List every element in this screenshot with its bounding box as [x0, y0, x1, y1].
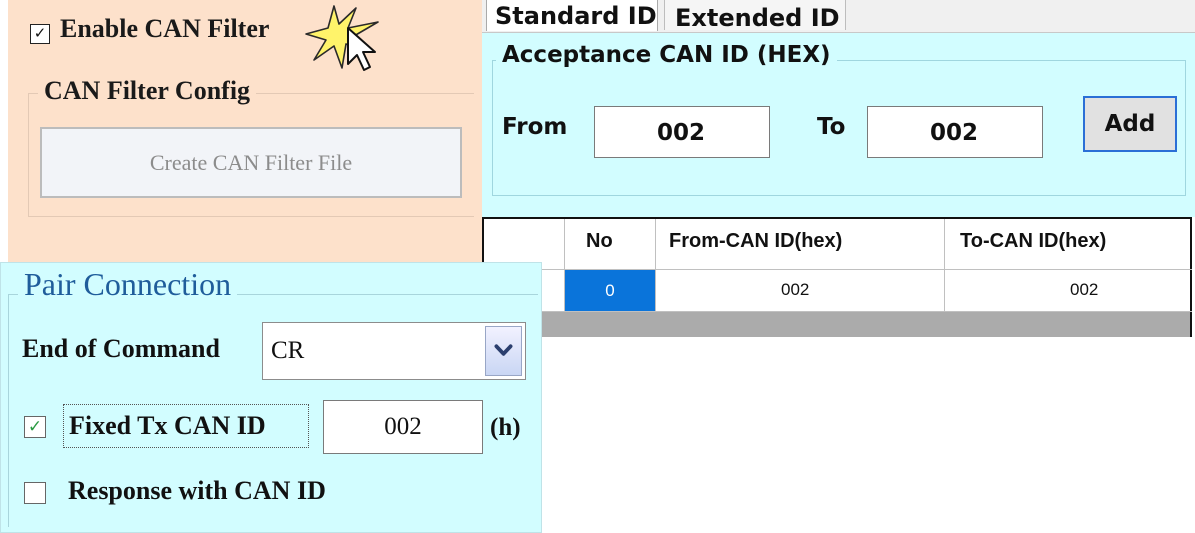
tab-standard-id[interactable]: Standard ID	[486, 0, 658, 31]
hex-suffix-label: (h)	[490, 414, 521, 441]
table-border	[482, 217, 1192, 219]
column-separator	[655, 219, 656, 312]
enable-can-filter-label[interactable]: Enable CAN Filter	[60, 14, 269, 44]
fixed-tx-can-id-input[interactable]: 002	[323, 400, 483, 454]
group-border	[492, 60, 493, 196]
column-header-no[interactable]: No	[586, 230, 613, 253]
table-cell-from[interactable]: 002	[781, 280, 809, 300]
enable-can-filter-checkbox[interactable]: ✓	[30, 24, 50, 44]
end-of-command-label: End of Command	[22, 334, 220, 363]
add-button[interactable]: Add	[1083, 96, 1177, 152]
group-border	[492, 195, 1186, 196]
can-filter-config-title: CAN Filter Config	[38, 76, 257, 106]
acceptance-can-id-title: Acceptance CAN ID (HEX)	[496, 42, 837, 68]
tab-extended-id[interactable]: Extended ID	[664, 0, 846, 30]
column-separator	[944, 219, 945, 312]
to-label: To	[817, 114, 846, 140]
from-label: From	[502, 114, 568, 140]
cursor-arrow-icon	[347, 27, 376, 71]
end-of-command-value: CR	[271, 337, 305, 364]
check-icon: ✓	[33, 24, 47, 42]
fixed-tx-can-id-label[interactable]: Fixed Tx CAN ID	[63, 404, 309, 448]
column-header-from-can-id[interactable]: From-CAN ID(hex)	[669, 230, 842, 253]
response-with-can-id-label[interactable]: Response with CAN ID	[68, 476, 326, 506]
group-border	[28, 93, 29, 217]
from-can-id-input[interactable]: 002	[594, 106, 770, 158]
table-empty-area	[484, 312, 1190, 337]
create-can-filter-file-button[interactable]: Create CAN Filter File	[40, 127, 462, 198]
group-border	[1185, 60, 1186, 196]
table-cell-to[interactable]: 002	[1070, 280, 1098, 300]
fixed-tx-can-id-checkbox[interactable]: ✓	[24, 416, 46, 438]
group-border	[8, 294, 9, 527]
pair-connection-title: Pair Connection	[18, 266, 238, 303]
table-border	[1190, 217, 1192, 337]
click-star-icon	[305, 5, 379, 71]
response-with-can-id-checkbox[interactable]	[24, 482, 46, 504]
check-icon: ✓	[27, 417, 43, 437]
column-header-to-can-id[interactable]: To-CAN ID(hex)	[960, 230, 1106, 253]
table-cell-no[interactable]: 0	[565, 270, 655, 311]
group-border	[28, 216, 474, 217]
to-can-id-input[interactable]: 002	[867, 106, 1043, 158]
dropdown-arrow-icon[interactable]	[485, 326, 522, 376]
